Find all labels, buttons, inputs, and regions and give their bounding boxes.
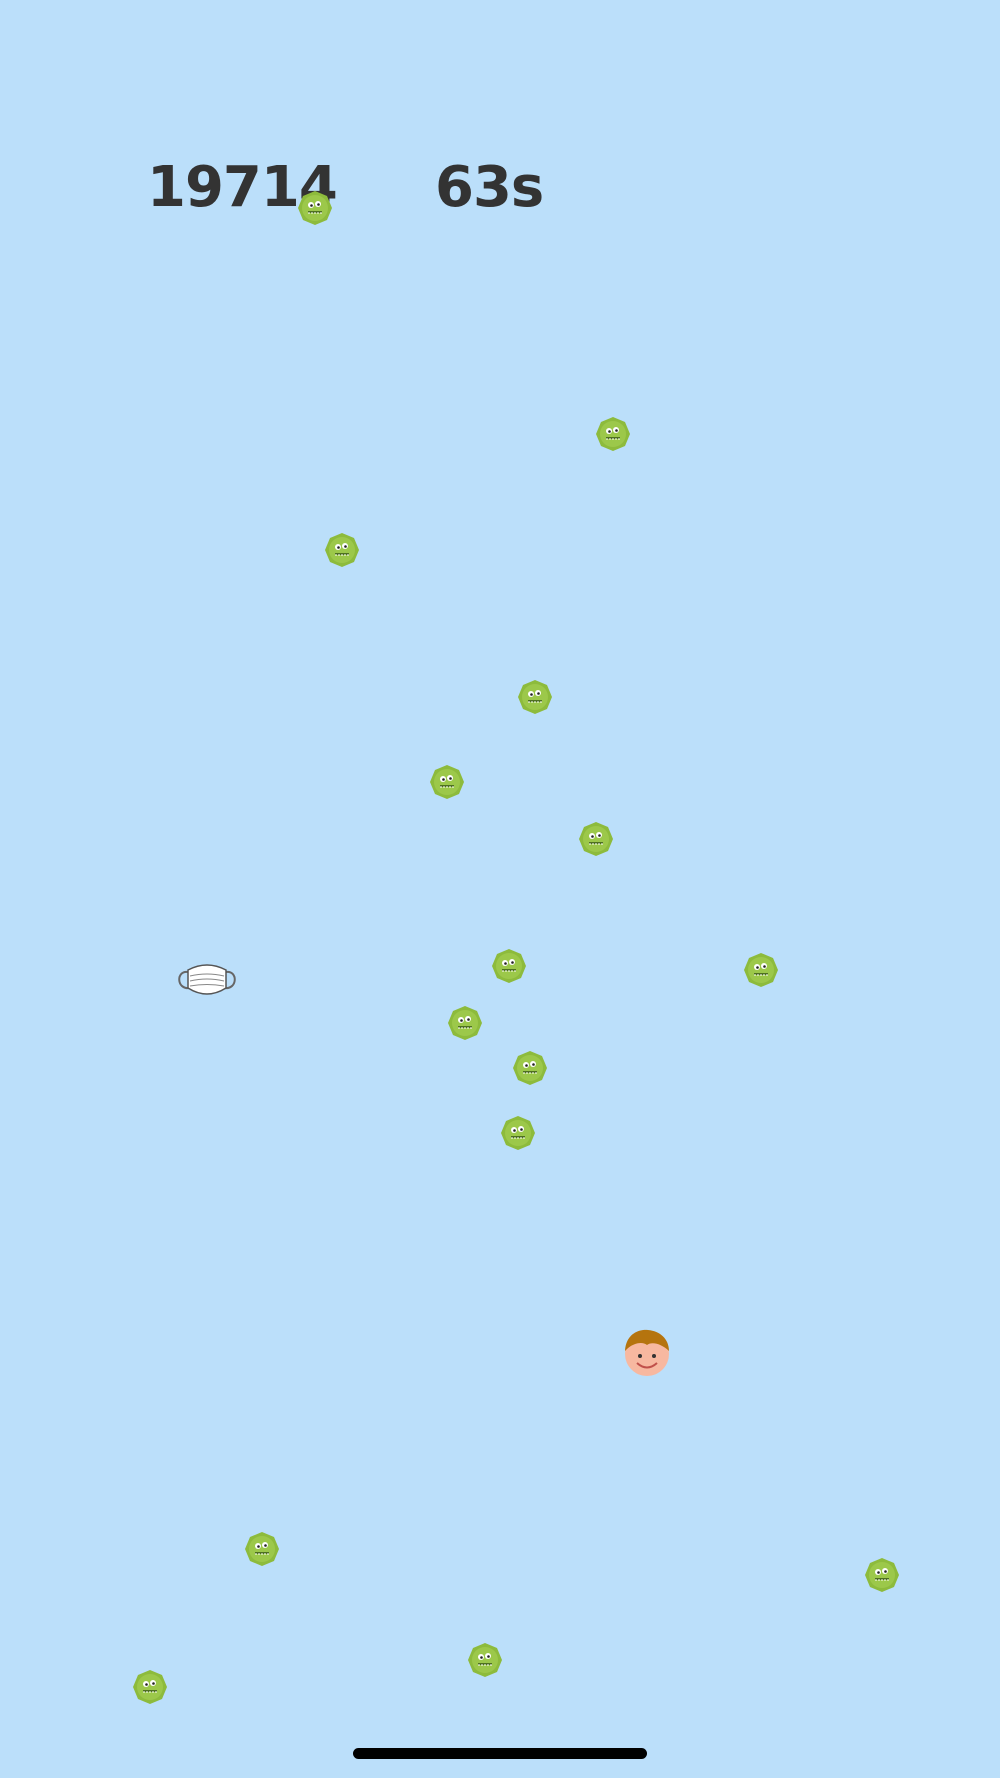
home-indicator[interactable] [353, 1748, 647, 1759]
virus-icon [324, 532, 360, 568]
virus-icon [491, 948, 527, 984]
virus-icon [467, 1642, 503, 1678]
virus-icon [578, 821, 614, 857]
virus-icon [429, 764, 465, 800]
virus-icon [244, 1531, 280, 1567]
virus-icon [517, 679, 553, 715]
face-mask-powerup [178, 964, 236, 995]
virus-icon [595, 416, 631, 452]
virus-icon [132, 1669, 168, 1705]
virus-icon [447, 1005, 483, 1041]
virus-icon [864, 1557, 900, 1593]
virus-icon [743, 952, 779, 988]
time-remaining: 63s [435, 155, 544, 220]
virus-icon [512, 1050, 548, 1086]
virus-icon [297, 190, 333, 226]
player-avatar[interactable] [622, 1327, 672, 1377]
virus-icon [500, 1115, 536, 1151]
